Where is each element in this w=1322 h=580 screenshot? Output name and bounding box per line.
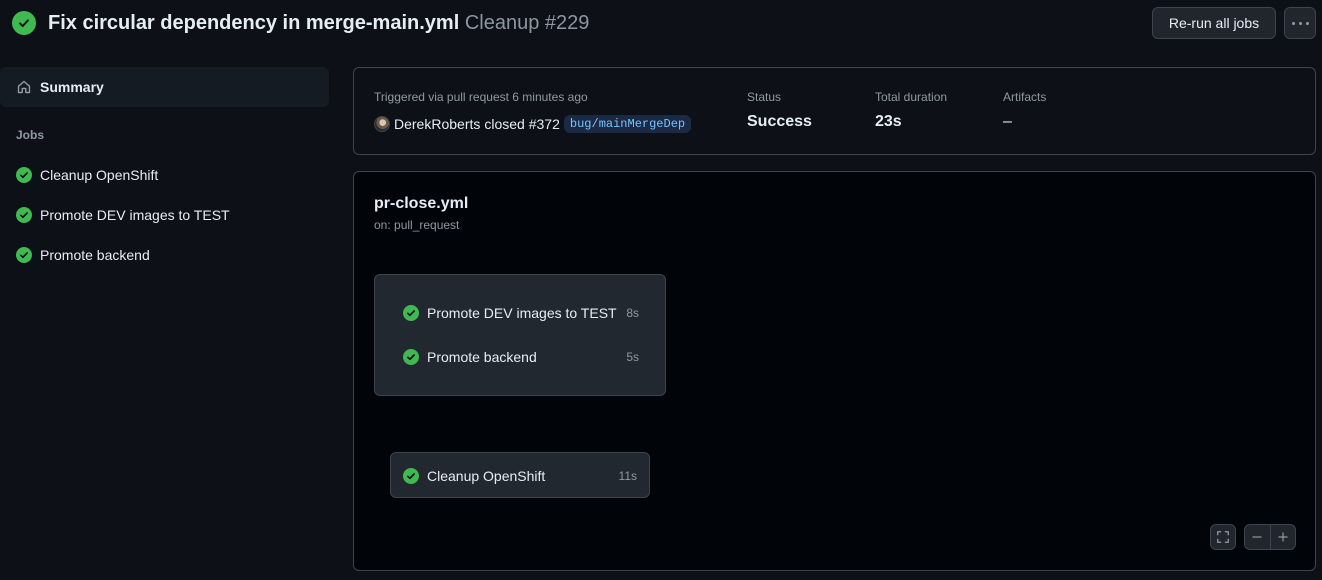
trigger-text: Triggered via pull request 6 minutes ago bbox=[374, 90, 588, 104]
sidebar-item-label: Cleanup OpenShift bbox=[40, 167, 159, 183]
plus-icon bbox=[1278, 532, 1288, 542]
kebab-dot-icon bbox=[1298, 21, 1302, 25]
success-check-icon bbox=[403, 349, 419, 365]
success-check-icon bbox=[403, 468, 419, 484]
sidebar-item-summary[interactable]: Summary bbox=[0, 67, 329, 107]
actor-row: DerekRoberts closed #372 bug/mainMergeDe… bbox=[374, 114, 692, 134]
sidebar-item-label: Summary bbox=[40, 79, 104, 95]
job-label: Cleanup OpenShift bbox=[427, 468, 546, 484]
graph-job-promote-dev-images[interactable]: Promote DEV images to TEST 8s bbox=[403, 302, 639, 324]
artifacts-field: Artifacts – bbox=[1003, 90, 1046, 131]
job-duration: 5s bbox=[626, 350, 639, 364]
duration-field: Total duration 23s bbox=[875, 90, 947, 131]
artifacts-value: – bbox=[1003, 113, 1012, 130]
status-field: Status Success bbox=[747, 90, 812, 131]
minus-icon bbox=[1252, 536, 1262, 538]
duration-label: Total duration bbox=[875, 90, 948, 104]
run-header: Fix circular dependency in merge-main.ym… bbox=[0, 0, 1322, 46]
sidebar-item-promote-dev-images[interactable]: Promote DEV images to TEST bbox=[0, 199, 329, 231]
workflow-name: pr-close.yml bbox=[374, 195, 469, 212]
success-check-icon bbox=[16, 167, 32, 183]
job-group: Promote DEV images to TEST 8s Promote ba… bbox=[374, 274, 666, 396]
rerun-all-jobs-button[interactable]: Re-run all jobs bbox=[1152, 7, 1276, 39]
kebab-dot-icon bbox=[1305, 21, 1309, 25]
kebab-dot-icon bbox=[1291, 21, 1295, 25]
action-link[interactable]: closed #372 bbox=[484, 116, 560, 132]
job-row: Cleanup OpenShift 11s bbox=[403, 465, 637, 487]
job-duration: 11s bbox=[618, 469, 637, 483]
zoom-out-button[interactable] bbox=[1245, 525, 1270, 549]
zoom-controls bbox=[1244, 524, 1296, 550]
success-check-icon bbox=[16, 247, 32, 263]
run-number: Cleanup #229 bbox=[464, 12, 590, 34]
success-check-icon bbox=[12, 11, 36, 35]
artifacts-label: Artifacts bbox=[1003, 90, 1047, 104]
success-check-icon bbox=[403, 305, 419, 321]
fullscreen-button[interactable] bbox=[1210, 524, 1236, 550]
sidebar-item-cleanup-openshift[interactable]: Cleanup OpenShift bbox=[0, 159, 329, 191]
more-options-button[interactable] bbox=[1284, 7, 1316, 39]
fullscreen-icon bbox=[1217, 531, 1229, 543]
actor-link[interactable]: DerekRoberts bbox=[394, 116, 480, 132]
branch-label[interactable]: bug/mainMergeDep bbox=[563, 115, 692, 133]
status-value: Success bbox=[747, 113, 812, 130]
job-duration: 8s bbox=[626, 306, 639, 320]
avatar[interactable] bbox=[374, 116, 390, 132]
sidebar-item-label: Promote DEV images to TEST bbox=[40, 207, 230, 223]
page-title: Fix circular dependency in merge-main.ym… bbox=[48, 10, 589, 36]
sidebar-item-label: Promote backend bbox=[40, 247, 150, 263]
graph-job-cleanup-openshift[interactable]: Cleanup OpenShift 11s bbox=[390, 452, 650, 498]
zoom-in-button[interactable] bbox=[1271, 525, 1296, 549]
duration-value: 23s bbox=[875, 113, 902, 130]
home-icon bbox=[17, 80, 31, 94]
status-label: Status bbox=[747, 90, 782, 104]
job-label: Promote DEV images to TEST bbox=[427, 305, 617, 321]
sidebar-item-promote-backend[interactable]: Promote backend bbox=[0, 239, 329, 271]
workflow-trigger: on: pull_request bbox=[374, 218, 460, 232]
jobs-heading: Jobs bbox=[16, 128, 45, 142]
graph-job-promote-backend[interactable]: Promote backend 5s bbox=[403, 346, 639, 368]
run-summary-panel: Triggered via pull request 6 minutes ago… bbox=[353, 67, 1316, 155]
run-title: Fix circular dependency in merge-main.ym… bbox=[48, 12, 460, 34]
job-label: Promote backend bbox=[427, 349, 537, 365]
success-check-icon bbox=[16, 207, 32, 223]
workflow-graph-panel: pr-close.yml on: pull_request Promote DE… bbox=[353, 171, 1316, 571]
